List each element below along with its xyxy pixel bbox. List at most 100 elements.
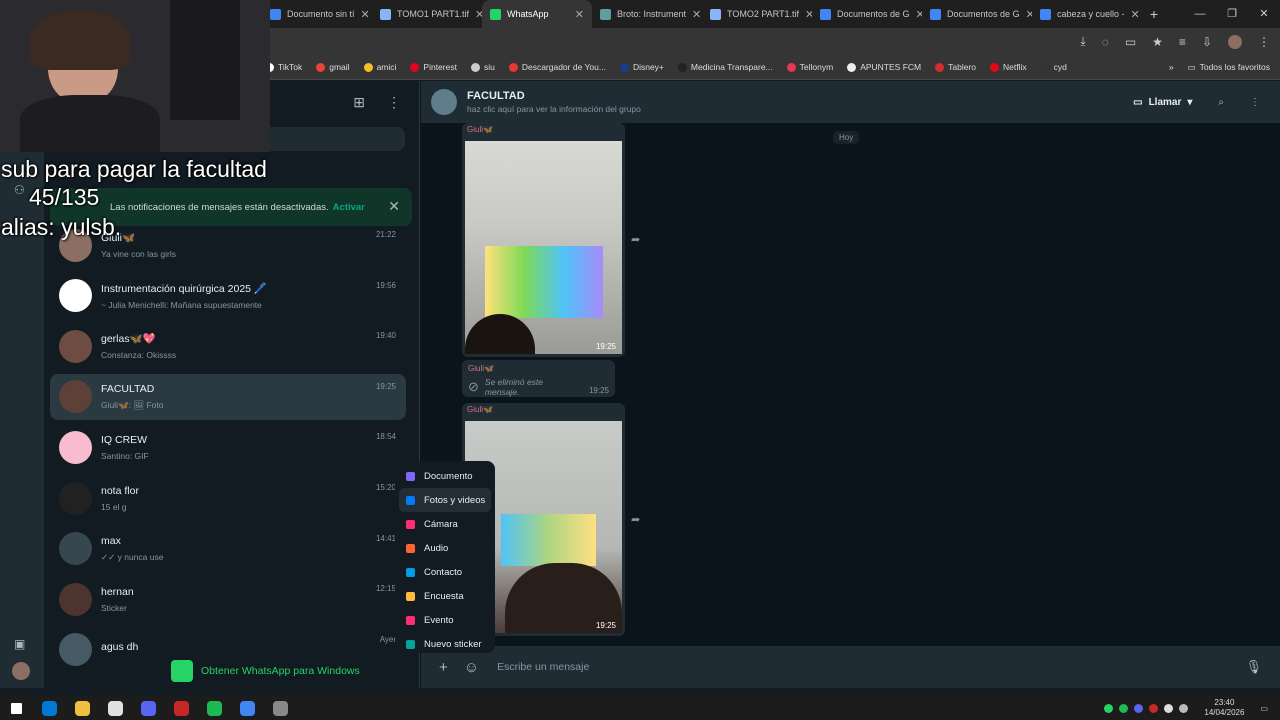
- tab-favicon-icon: [820, 8, 831, 20]
- chat-list-item[interactable]: gerlas🦋💖 Constanza: Okissss 19:40: [50, 323, 406, 369]
- browser-tab[interactable]: TOMO2 PART1.tif ✕: [702, 0, 812, 28]
- volume-icon[interactable]: [1179, 703, 1189, 713]
- taskbar-app[interactable]: [99, 696, 132, 720]
- taskbar-app[interactable]: [132, 696, 165, 720]
- download-icon[interactable]: ⤓: [1080, 34, 1085, 49]
- menu-kebab-icon[interactable]: ⋮: [1258, 35, 1270, 49]
- browser-tab[interactable]: Documentos de G ✕: [812, 0, 922, 28]
- chat-list-item[interactable]: Instrumentación quirúrgica 2025 🖊️ ~ Juli…: [50, 273, 406, 319]
- all-bookmarks-folder[interactable]: ▭ Todos los favoritos: [1188, 62, 1270, 73]
- close-tab-icon[interactable]: ✕: [692, 8, 701, 21]
- chat-list-item[interactable]: hernan Sticker 12:15: [50, 576, 406, 622]
- bookmark-item[interactable]: siu: [470, 62, 495, 72]
- clock[interactable]: 23:40 14/04/2026: [1204, 698, 1244, 718]
- photo-thumbnail[interactable]: 19:25: [465, 141, 622, 354]
- taskbar-app[interactable]: [33, 696, 66, 720]
- user-avatar[interactable]: [12, 662, 30, 680]
- cast-icon[interactable]: ▭: [1125, 35, 1136, 49]
- bookmark-item[interactable]: Descargador de You...: [508, 62, 606, 72]
- network-icon[interactable]: [1164, 703, 1174, 713]
- bookmarks-more-button[interactable]: »: [1169, 62, 1174, 73]
- bookmark-item[interactable]: Netflix: [990, 62, 1027, 72]
- restore-icon[interactable]: ❐: [1216, 0, 1248, 28]
- attach-plus-icon[interactable]: +: [439, 659, 448, 676]
- new-tab-button[interactable]: +: [1142, 6, 1166, 22]
- downloads-icon[interactable]: ⇩: [1202, 35, 1212, 49]
- browser-tab[interactable]: TOMO1 PART1.tif ✕: [372, 0, 482, 28]
- chat-list-item[interactable]: nota flor 15 el g 15:20: [50, 475, 406, 521]
- taskbar-app[interactable]: [165, 696, 198, 720]
- eye-off-icon[interactable]: ◌: [1102, 35, 1109, 49]
- start-button[interactable]: [0, 696, 33, 720]
- forward-icon[interactable]: ➦: [631, 513, 640, 526]
- communities-icon[interactable]: ⚇: [14, 183, 25, 197]
- attach-menu-item[interactable]: Fotos y videos: [399, 488, 491, 512]
- star-icon[interactable]: ★: [1152, 35, 1163, 49]
- message-input[interactable]: Escribe un mensaje: [497, 661, 589, 673]
- microphone-icon[interactable]: 🎙: [1245, 659, 1262, 675]
- get-whatsapp-windows-link[interactable]: Obtener WhatsApp para Windows: [171, 660, 360, 682]
- taskbar-app[interactable]: [231, 696, 264, 720]
- spotify-tray-icon[interactable]: [1119, 703, 1129, 713]
- bookmark-item[interactable]: APUNTES FCM: [847, 62, 921, 72]
- activate-link[interactable]: Activar: [333, 202, 365, 213]
- browser-tab[interactable]: WhatsApp ✕: [482, 0, 592, 28]
- app-icon: [207, 700, 222, 716]
- bookmark-item[interactable]: Tellonym: [786, 62, 833, 72]
- chat-menu-icon[interactable]: ⋮: [1250, 97, 1260, 108]
- call-button[interactable]: ▭ Llamar ▾: [1133, 97, 1192, 108]
- close-icon[interactable]: ✕: [388, 198, 400, 215]
- emoji-sticker-icon[interactable]: ☺: [464, 659, 479, 676]
- taskbar-app[interactable]: [66, 696, 99, 720]
- chat-list-item[interactable]: IQ CREW Santino: GIF 18:54: [50, 424, 406, 470]
- minimize-icon[interactable]: —: [1184, 0, 1216, 28]
- browser-tab[interactable]: cabeza y cuello - ✕: [1032, 0, 1142, 28]
- notifications-icon[interactable]: ▭: [1260, 704, 1268, 713]
- bookmark-item[interactable]: TikTok: [265, 62, 302, 72]
- search-icon[interactable]: ⌕: [1218, 97, 1224, 108]
- bookmark-label: TikTok: [278, 62, 303, 72]
- media-icon[interactable]: ▣: [14, 637, 25, 651]
- chat-list-item[interactable]: max ✓✓ y nunca use 14:41: [50, 526, 406, 572]
- attach-menu-item[interactable]: Documento: [399, 464, 491, 488]
- chat-list-item[interactable]: FACULTAD Giuli🦋: 🖼 Foto 19:25: [50, 373, 406, 420]
- new-chat-icon[interactable]: ⊞: [353, 94, 365, 111]
- taskbar-app[interactable]: [198, 696, 231, 720]
- group-avatar[interactable]: [431, 89, 457, 115]
- playlist-icon[interactable]: ≡: [1179, 35, 1186, 49]
- app-tray-icon[interactable]: [1149, 703, 1159, 713]
- sidebar-menu-icon[interactable]: ⋮: [387, 94, 401, 111]
- close-tab-icon[interactable]: ✕: [1131, 8, 1140, 21]
- attach-menu-item[interactable]: Encuesta: [399, 584, 491, 608]
- attach-menu-item[interactable]: Evento: [399, 608, 491, 632]
- profile-avatar[interactable]: [1228, 34, 1242, 49]
- bookmark-item[interactable]: Medicina Transpare...: [677, 62, 773, 72]
- attach-menu-item[interactable]: Nuevo sticker: [399, 632, 491, 656]
- whatsapp-tray-icon[interactable]: [1104, 703, 1114, 713]
- discord-tray-icon[interactable]: [1134, 703, 1144, 713]
- bookmark-item[interactable]: Disney+: [619, 62, 664, 72]
- bookmark-item[interactable]: Pinterest: [410, 62, 457, 72]
- close-tab-icon[interactable]: ✕: [361, 8, 370, 21]
- browser-tab[interactable]: Documento sin tí ✕: [262, 0, 372, 28]
- bookmark-item[interactable]: cyd: [1040, 62, 1067, 72]
- browser-tab[interactable]: Broto: Instrument ✕: [592, 0, 702, 28]
- attach-menu-item[interactable]: Cámara: [399, 512, 491, 536]
- close-tab-icon[interactable]: ✕: [805, 8, 812, 21]
- system-tray: 23:40 14/04/2026 ▭: [1104, 698, 1280, 718]
- forward-icon[interactable]: ➦: [631, 233, 640, 246]
- attach-menu-item[interactable]: Audio: [399, 536, 491, 560]
- day-divider: Hoy: [833, 131, 860, 144]
- browser-tab[interactable]: Documentos de G ✕: [922, 0, 1032, 28]
- bookmark-item[interactable]: amici: [363, 62, 396, 72]
- close-window-icon[interactable]: ✕: [1248, 0, 1280, 28]
- close-tab-icon[interactable]: ✕: [475, 8, 482, 21]
- bookmark-item[interactable]: gmail: [316, 62, 350, 72]
- photo-message[interactable]: Giuli🦋 19:25: [462, 123, 625, 357]
- close-tab-icon[interactable]: ✕: [575, 8, 584, 21]
- conversation-header[interactable]: FACULTAD haz clic aquí para ver la infor…: [421, 81, 1280, 123]
- taskbar-app[interactable]: [264, 696, 297, 720]
- attach-menu-item[interactable]: Contacto: [399, 560, 491, 584]
- chat-time: Ayer: [379, 634, 396, 644]
- bookmark-item[interactable]: Tablero: [935, 62, 976, 72]
